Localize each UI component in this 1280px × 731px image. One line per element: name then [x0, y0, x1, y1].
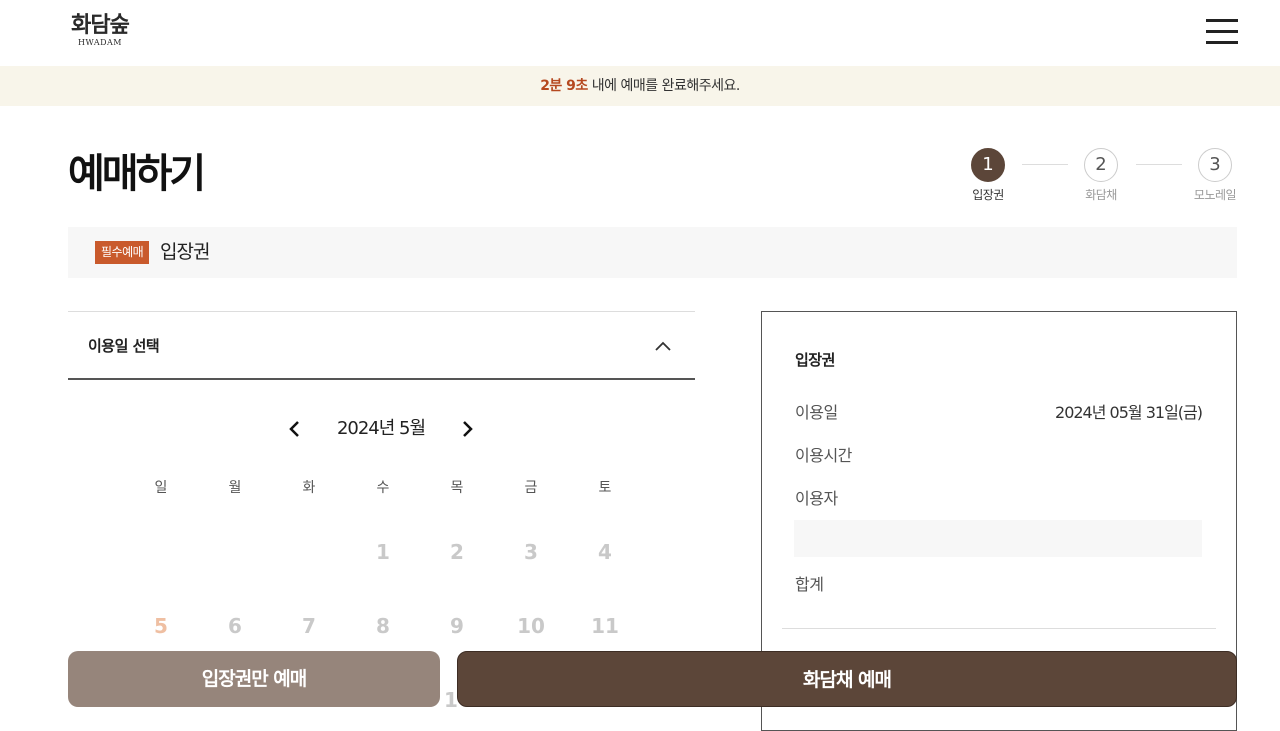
timer-bar: 2분 9초 내에 예매를 완료해주세요.	[0, 66, 1280, 106]
timer-countdown: 2분 9초	[540, 78, 588, 94]
calendar-day[interactable]: 5	[131, 612, 191, 640]
weekday-tue: 화	[302, 480, 316, 496]
logo-text-en: HWADAM	[78, 38, 122, 47]
step-1-number: 1	[971, 148, 1005, 182]
hwadamchae-reserve-button[interactable]: 화담채 예매	[457, 651, 1237, 707]
chevron-up-icon[interactable]	[653, 336, 673, 356]
step-1-label: 입장권	[972, 188, 1004, 202]
section-title: 입장권	[160, 241, 210, 263]
calendar-day[interactable]: 4	[575, 538, 635, 566]
calendar-day[interactable]: 6	[205, 612, 265, 640]
weekday-thu: 목	[450, 480, 464, 496]
calendar-month-label: 2024년 5월	[336, 418, 426, 439]
weekday-mon: 월	[228, 480, 242, 496]
summary-people-box	[794, 520, 1202, 557]
calendar-day[interactable]: 11	[575, 612, 635, 640]
summary-time-label: 이용시간	[795, 446, 852, 465]
summary-date-label: 이용일	[795, 403, 838, 422]
header: 화담숲 HWADAM	[0, 0, 1280, 66]
section-header: 필수예매 입장권	[68, 227, 1237, 278]
step-3: 3 모노레일	[1185, 148, 1245, 203]
step-connector	[1136, 164, 1182, 165]
step-3-number: 3	[1198, 148, 1232, 182]
date-select-accordion[interactable]: 이용일 선택	[68, 311, 695, 380]
calendar-day[interactable]: 9	[427, 612, 487, 640]
calendar-nav: 2024년 5월	[68, 412, 695, 446]
weekday-sun: 일	[154, 480, 168, 496]
summary-divider	[782, 628, 1216, 629]
logo-text-ko: 화담숲	[71, 12, 130, 38]
calendar-day[interactable]: 2	[427, 538, 487, 566]
logo[interactable]: 화담숲 HWADAM	[68, 12, 132, 48]
weekday-fri: 금	[524, 480, 538, 496]
chevron-right-icon[interactable]	[456, 418, 478, 440]
calendar-day[interactable]: 10	[501, 612, 561, 640]
step-3-label: 모노레일	[1193, 188, 1237, 202]
date-select-title: 이용일 선택	[88, 337, 160, 355]
calendar-day[interactable]: 7	[279, 612, 339, 640]
summary-total-label: 합계	[795, 575, 824, 594]
summary-date-value: 2024년 05월 31일(금)	[1055, 403, 1203, 422]
chevron-left-icon[interactable]	[284, 418, 306, 440]
weekday-sat: 토	[598, 480, 612, 496]
hamburger-menu-icon[interactable]	[1206, 18, 1238, 46]
step-1: 1 입장권	[958, 148, 1018, 203]
summary-people-label: 이용자	[795, 489, 838, 508]
step-connector	[1022, 164, 1068, 165]
calendar-day[interactable]: 1	[353, 538, 413, 566]
required-badge: 필수예매	[95, 241, 150, 264]
calendar-day[interactable]: 3	[501, 538, 561, 566]
summary-title: 입장권	[795, 351, 835, 369]
step-2-number: 2	[1084, 148, 1118, 182]
step-2: 2 화담채	[1071, 148, 1131, 203]
weekday-wed: 수	[376, 480, 390, 496]
page-title: 예매하기	[68, 151, 206, 197]
timer-message: 내에 예매를 완료해주세요.	[587, 78, 741, 94]
step-2-label: 화담채	[1085, 188, 1117, 202]
calendar-day[interactable]: 8	[353, 612, 413, 640]
ticket-only-button[interactable]: 입장권만 예매	[68, 651, 440, 707]
